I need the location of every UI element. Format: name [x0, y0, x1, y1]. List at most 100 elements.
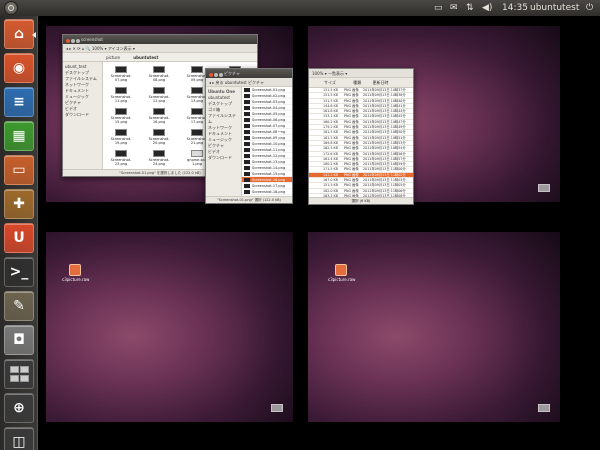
- window-toolbar[interactable]: 100% ▾ 一覧表示 ▾: [309, 69, 413, 78]
- launcher-trash-icon[interactable]: ◫: [4, 427, 34, 450]
- image-thumbnail-icon: [153, 129, 165, 136]
- ubuntu-logo-icon[interactable]: [4, 1, 18, 15]
- image-thumbnail-icon: [153, 150, 165, 157]
- tab-picture[interactable]: picture: [106, 55, 120, 60]
- launcher-writer-icon[interactable]: ≡: [4, 87, 34, 117]
- file-name: Screenshot-12.png: [252, 154, 286, 158]
- top-panel: ▭ ✉ ⇅ ◀) 14:35 ubuntutest ⏻: [0, 0, 600, 16]
- file-name: Screenshot-03.png: [252, 100, 286, 104]
- file-name: Screenshot-04.png: [252, 106, 286, 110]
- file-name: Screenshot-07.png: [110, 74, 132, 82]
- network-icon[interactable]: ⇅: [466, 2, 474, 14]
- mail-icon[interactable]: ✉: [450, 2, 458, 14]
- file-name: Screenshot-11.png: [252, 148, 286, 152]
- list-item[interactable]: Screenshot-18.png: [242, 189, 292, 195]
- image-thumbnail-icon: [115, 129, 127, 136]
- image-thumbnail-icon: [244, 106, 250, 110]
- user-name[interactable]: ubuntutest: [530, 2, 579, 14]
- image-thumbnail-icon: [244, 136, 250, 140]
- workspace-3-indicator: [271, 404, 283, 412]
- launcher-screenshot-icon[interactable]: ◘: [4, 325, 34, 355]
- file-icon-item[interactable]: Screenshot-20.png: [147, 129, 171, 145]
- image-thumbnail-icon: [191, 66, 203, 73]
- image-thumbnail-icon: [244, 184, 250, 188]
- launcher-impress-icon[interactable]: ▭: [4, 155, 34, 185]
- window-toolbar[interactable]: ◂ ▸ ✕ ⟳ ⌂ 🔍 100% ▾ アイコン表示 ▾: [63, 44, 257, 53]
- workspace-4-indicator: [538, 404, 550, 412]
- file-name: Screenshot-12.png: [148, 95, 170, 103]
- keyboard-icon[interactable]: ▭: [434, 2, 443, 14]
- file-name: Screenshot-16.png: [252, 178, 286, 182]
- workspace-3[interactable]: c3picture.raw: [46, 232, 293, 422]
- launcher-workspace-switcher-icon[interactable]: [4, 359, 34, 389]
- image-thumbnail-icon: [244, 124, 250, 128]
- launcher-terminal-icon[interactable]: >_: [4, 257, 34, 287]
- volume-icon[interactable]: ◀): [482, 2, 492, 14]
- window-titlebar[interactable]: ピクチャ: [206, 69, 292, 78]
- workspace-2-indicator: [538, 184, 550, 192]
- image-thumbnail-icon: [244, 178, 250, 182]
- file-name: Screenshot-20.png: [148, 137, 170, 145]
- file-name: Screenshot-08.png: [148, 74, 170, 82]
- close-icon[interactable]: [66, 39, 70, 43]
- places-sidebar: Ubuntu One ubuntutest デスクトップ ゴミ箱 ファイルシステム ネッ…: [206, 87, 242, 197]
- file-icon-item[interactable]: Screenshot-08.png: [147, 66, 171, 82]
- image-thumbnail-icon: [244, 100, 250, 104]
- image-thumbnail-icon: [191, 150, 203, 157]
- minimize-icon[interactable]: [214, 73, 218, 77]
- image-thumbnail-icon: [244, 148, 250, 152]
- launcher-software-center-icon[interactable]: ✚: [4, 189, 34, 219]
- launcher-calc-icon[interactable]: ▦: [4, 121, 34, 151]
- file-name: Screenshot-11.png: [110, 95, 132, 103]
- file-name: Screenshot-07.png: [252, 124, 286, 128]
- col-header-modified[interactable]: 更新日時: [372, 80, 388, 85]
- file-icon-item[interactable]: Screenshot-16.png: [147, 108, 171, 124]
- file-icon-item[interactable]: Screenshot-12.png: [147, 87, 171, 103]
- image-thumbnail-icon: [115, 108, 127, 115]
- file-name: Screenshot-19.png: [110, 137, 132, 145]
- close-icon[interactable]: [209, 73, 213, 77]
- image-thumbnail-icon: [115, 150, 127, 157]
- workspace-4[interactable]: c3picture.raw: [308, 232, 560, 422]
- image-thumbnail-icon: [153, 87, 165, 94]
- clock[interactable]: 14:35: [502, 2, 528, 14]
- image-thumbnail-icon: [191, 87, 203, 94]
- file-name: Screenshot-01.png: [252, 88, 286, 92]
- file-name: Screenshot-24.png: [148, 158, 170, 166]
- launcher-gimp-icon[interactable]: ✎: [4, 291, 34, 321]
- image-thumbnail-icon: [115, 87, 127, 94]
- window-title: ピクチャ: [224, 71, 240, 76]
- launcher-zoom-icon[interactable]: ⊕: [4, 393, 34, 423]
- image-thumbnail-icon: [115, 66, 127, 73]
- file-name: Screenshot-10.png: [252, 142, 286, 146]
- file-name: Screenshot-17.png: [252, 184, 286, 188]
- maximize-icon[interactable]: [219, 73, 223, 77]
- session-icon[interactable]: ⏻: [586, 2, 593, 14]
- file-name: Screenshot-23.png: [110, 158, 132, 166]
- launcher-ubuntu-one-icon[interactable]: U: [4, 223, 34, 253]
- file-icon-item[interactable]: Screenshot-15.png: [109, 108, 133, 124]
- file-manager-window-details[interactable]: 100% ▾ 一覧表示 ▾ サイズ 種類 更新日時 151.5 KB PNG 画像…: [308, 68, 414, 205]
- mouse-cursor-icon: [277, 132, 281, 141]
- launcher-home-folder-icon[interactable]: ⌂: [4, 19, 36, 49]
- file-icon-item[interactable]: Screenshot-24.png: [147, 150, 171, 166]
- image-thumbnail-icon: [244, 154, 250, 158]
- desktop-file-icon[interactable]: c3picture.raw: [62, 264, 89, 282]
- file-icon-item[interactable]: Screenshot-11.png: [109, 87, 133, 103]
- desktop-file-icon[interactable]: c3picture.raw: [328, 264, 355, 282]
- sidebar-item[interactable]: ダウンロード: [208, 155, 239, 161]
- col-header-size[interactable]: サイズ: [324, 80, 336, 85]
- sidebar-item[interactable]: ファイルシステム: [208, 113, 239, 125]
- image-thumbnail-icon: [244, 142, 250, 146]
- tab-ubuntutest[interactable]: ubuntutest: [133, 55, 158, 60]
- file-name: Screenshot-18.png: [252, 190, 286, 194]
- file-icon-item[interactable]: Screenshot-07.png: [109, 66, 133, 82]
- file-icon-item[interactable]: Screenshot-23.png: [109, 150, 133, 166]
- window-titlebar[interactable]: screenshot: [63, 35, 257, 44]
- file-icon-item[interactable]: Screenshot-19.png: [109, 129, 133, 145]
- sidebar-item[interactable]: ダウンロード: [65, 112, 100, 118]
- col-header-type[interactable]: 種類: [353, 80, 361, 85]
- minimize-icon[interactable]: [71, 39, 75, 43]
- maximize-icon[interactable]: [76, 39, 80, 43]
- launcher-firefox-icon[interactable]: ◉: [4, 53, 34, 83]
